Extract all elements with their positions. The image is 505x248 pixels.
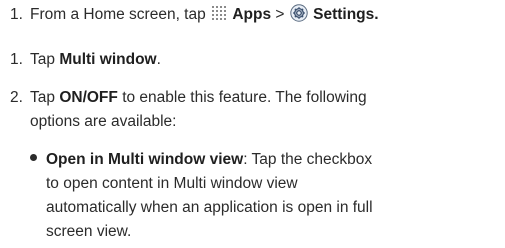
step-text: Tap bbox=[30, 51, 55, 68]
bullet-icon bbox=[30, 154, 37, 161]
step-text: From a Home screen, tap bbox=[30, 6, 206, 23]
bullet-line-1: Open in Multi window view: Tap the check… bbox=[30, 150, 372, 170]
step-2-line-1: 2. Tap ON/OFF to enable this feature. The… bbox=[10, 88, 367, 108]
step-number: 2. bbox=[10, 89, 23, 106]
step-text-continued: options are available: bbox=[30, 113, 177, 130]
bullet-text-continued: to open content in Multi window view bbox=[46, 175, 298, 192]
bullet-text: : Tap the checkbox bbox=[243, 151, 373, 168]
separator: > bbox=[275, 6, 285, 23]
step-text-rest: to enable this feature. The following bbox=[122, 89, 367, 106]
step-1b: 1. Tap Multi window. bbox=[10, 50, 161, 70]
step-text: Tap bbox=[30, 89, 55, 106]
bullet-text-continued: automatically when an application is ope… bbox=[46, 199, 373, 216]
step-2-line-2: options are available: bbox=[30, 112, 177, 132]
step-1: 1. From a Home screen, tap Apps > Setting… bbox=[10, 4, 379, 25]
bullet-line-3: automatically when an application is ope… bbox=[46, 198, 373, 218]
bullet-title: Open in Multi window view bbox=[46, 151, 244, 168]
apps-grid-icon bbox=[212, 6, 227, 20]
multi-window-label: Multi window bbox=[59, 51, 157, 68]
step-number: 1. bbox=[10, 51, 23, 68]
gear-icon bbox=[290, 4, 308, 22]
step-suffix: . bbox=[156, 51, 161, 68]
apps-label: Apps bbox=[232, 6, 272, 23]
on-off-label: ON/OFF bbox=[59, 89, 118, 106]
bullet-text-continued: screen view. bbox=[46, 223, 132, 240]
step-number: 1. bbox=[10, 6, 23, 23]
bullet-line-4: screen view. bbox=[46, 222, 131, 242]
bullet-line-2: to open content in Multi window view bbox=[46, 174, 298, 194]
settings-label: Settings. bbox=[313, 6, 379, 23]
